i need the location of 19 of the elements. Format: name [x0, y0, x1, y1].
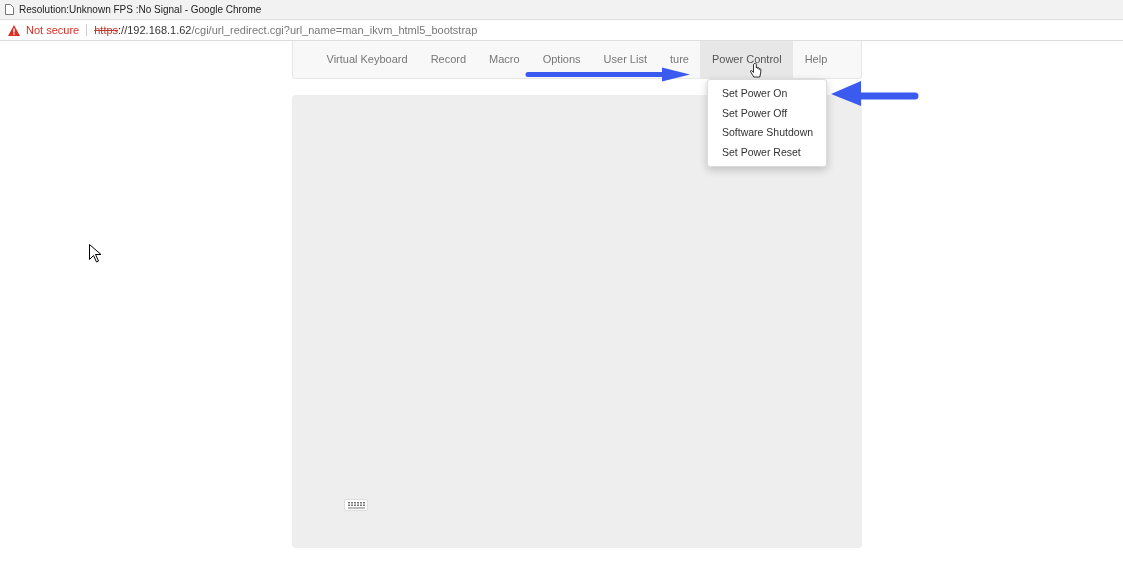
nav-tab[interactable]: Virtual Keyboard	[315, 53, 420, 66]
nav-tab[interactable]: Power Control	[700, 41, 794, 78]
mouse-pointer-icon	[89, 244, 101, 263]
nav-tab[interactable]: Macro	[477, 53, 532, 66]
nav-tab[interactable]: Record	[419, 53, 478, 66]
menu-item[interactable]: Set Power Off	[708, 103, 826, 123]
menu-item[interactable]: Software Shutdown	[708, 123, 826, 143]
nav-tab[interactable]: Help	[793, 53, 839, 66]
keyboard-icon[interactable]	[344, 499, 368, 511]
menu-item[interactable]: Set Power Reset	[708, 142, 826, 162]
security-label: Not secure	[26, 24, 80, 36]
nav-tab[interactable]: Options	[531, 53, 593, 66]
page-icon	[5, 4, 14, 15]
warning-icon	[8, 24, 20, 36]
nav-tab[interactable]: ture	[658, 53, 701, 66]
window-title: Resolution:Unknown FPS :No Signal - Google Chrome	[19, 4, 262, 15]
nav-tab[interactable]: User List	[592, 53, 659, 66]
url-text[interactable]: https://192.168.1.62/cgi/url_redirect.cgi?url_name=man_ikvm_html5_bootstrap	[94, 24, 478, 36]
menu-item[interactable]: Set Power On	[708, 84, 826, 104]
